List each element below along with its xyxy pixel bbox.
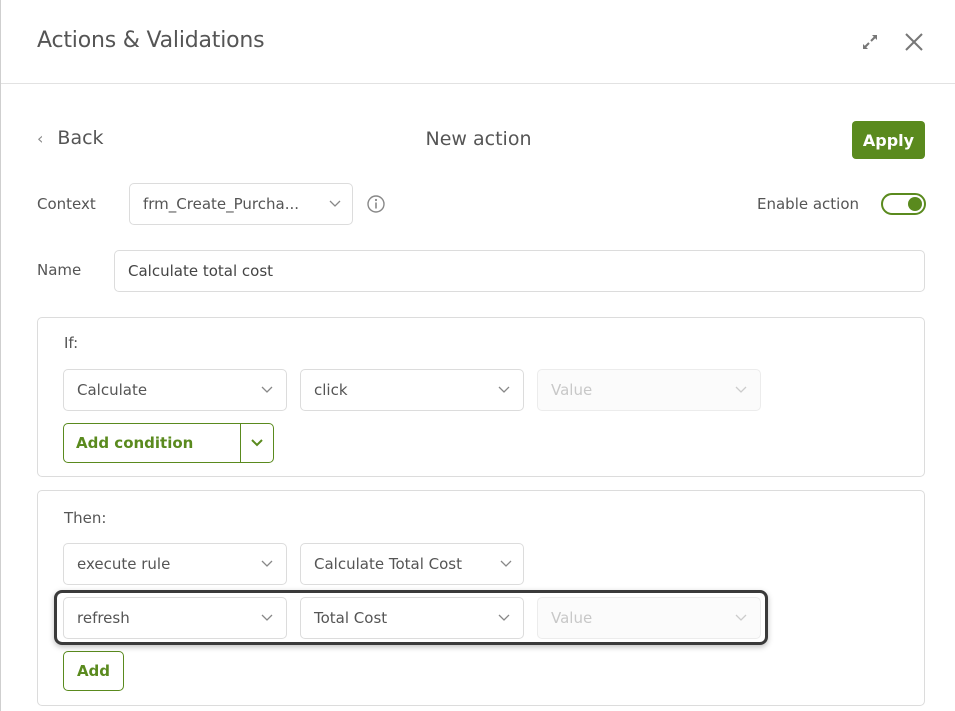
then-section-title: Then: (64, 509, 107, 527)
back-label: Back (57, 127, 104, 149)
chevron-down-icon (261, 614, 273, 621)
add-condition-button[interactable]: Add condition (64, 424, 242, 462)
if-event-value: click (314, 381, 348, 399)
if-section: If: Calculate click Value Add condition (37, 317, 925, 477)
then-target-select[interactable]: Total Cost (300, 597, 524, 639)
add-button[interactable]: Add (63, 651, 124, 691)
then-target-value: Total Cost (314, 609, 388, 627)
then-action-select[interactable]: execute rule (63, 543, 287, 585)
page-subtitle: New action (425, 128, 532, 150)
chevron-down-icon (498, 614, 510, 621)
then-value-placeholder: Value (551, 609, 593, 627)
name-input[interactable] (114, 250, 925, 292)
chevron-down-icon (498, 386, 510, 393)
then-value-select[interactable]: Value (537, 597, 761, 639)
expand-icon[interactable] (858, 30, 882, 54)
chevron-down-icon (261, 386, 273, 393)
then-target-select[interactable]: Calculate Total Cost (300, 543, 524, 585)
chevron-down-icon (735, 386, 747, 393)
then-action-value: execute rule (77, 555, 171, 573)
panel-title: Actions & Validations (37, 28, 265, 53)
chevron-down-icon (261, 560, 273, 567)
add-condition-dropdown[interactable] (241, 424, 273, 462)
if-value-placeholder: Value (551, 381, 593, 399)
panel-header: Actions & Validations (1, 0, 955, 84)
if-field-value: Calculate (77, 381, 148, 399)
add-condition-label: Add condition (76, 434, 194, 452)
name-label: Name (37, 261, 82, 279)
chevron-left-icon: ‹ (37, 128, 44, 148)
context-value: frm_Create_Purcha... (143, 195, 300, 213)
enable-action-toggle[interactable] (881, 193, 926, 215)
then-target-value: Calculate Total Cost (314, 555, 462, 573)
apply-button[interactable]: Apply (852, 121, 925, 159)
if-event-select[interactable]: click (300, 369, 524, 411)
toggle-knob (908, 197, 922, 211)
add-condition-split-button: Add condition (63, 423, 274, 463)
add-label: Add (76, 662, 111, 680)
context-label: Context (37, 195, 96, 213)
if-section-title: If: (64, 334, 79, 352)
chevron-down-icon (251, 439, 263, 447)
info-icon[interactable] (366, 194, 386, 214)
if-value-select[interactable]: Value (537, 369, 761, 411)
chevron-down-icon (329, 200, 341, 207)
context-select[interactable]: frm_Create_Purcha... (129, 183, 353, 225)
if-field-select[interactable]: Calculate (63, 369, 287, 411)
then-action-value: refresh (77, 609, 130, 627)
enable-action-label: Enable action (757, 195, 860, 213)
chevron-down-icon (735, 614, 747, 621)
actions-validations-panel: Actions & Validations ‹ Back New action … (0, 0, 955, 711)
close-icon[interactable] (902, 30, 926, 54)
chevron-down-icon (500, 560, 512, 567)
then-action-select[interactable]: refresh (63, 597, 287, 639)
then-section: Then: execute rule Calculate Total Cost … (37, 490, 925, 706)
back-button[interactable]: ‹ Back (37, 127, 104, 149)
